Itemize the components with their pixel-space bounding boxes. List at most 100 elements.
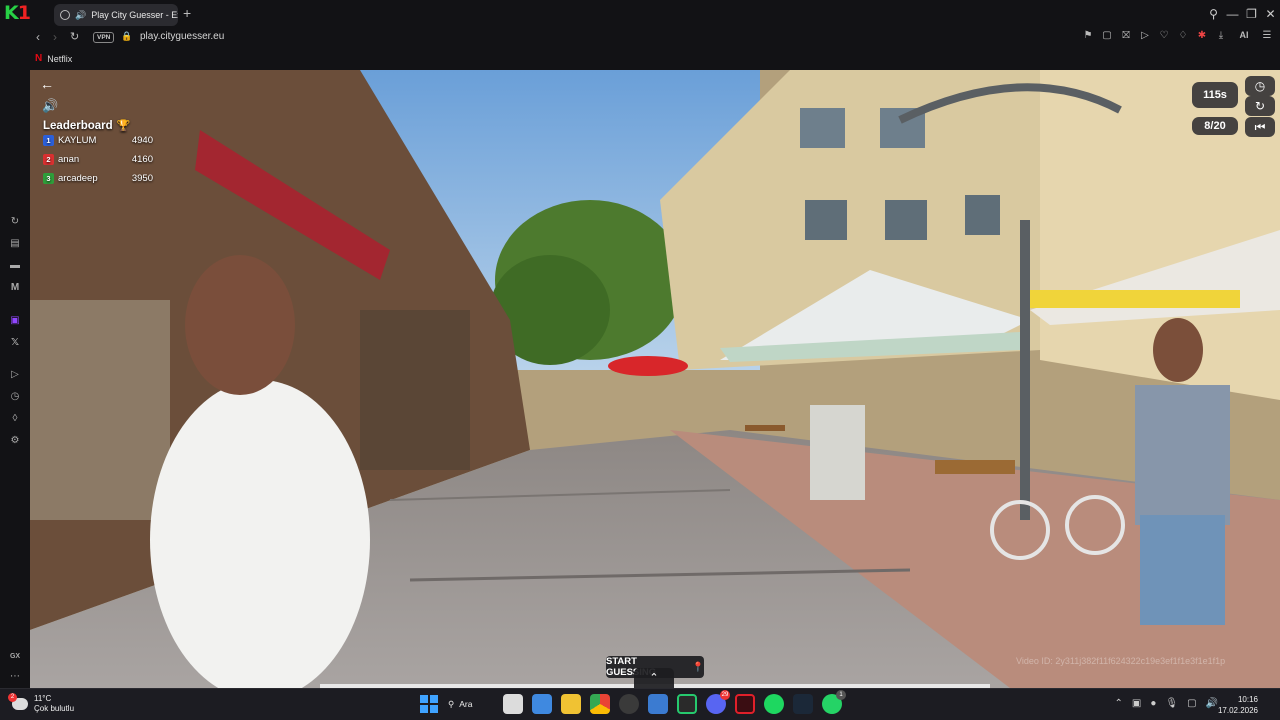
title-bar: K1 🔊 Play City Guesser - Ex + ⚲ — ❐ ✕ (0, 0, 1280, 28)
chevron-up-icon[interactable]: ⌃ (1115, 698, 1123, 709)
rank-badge: 1 (43, 135, 54, 146)
player-score: 4160 (131, 154, 153, 165)
vpn-badge[interactable]: VPN (93, 32, 115, 43)
chevron-up-icon[interactable]: ⌃ (634, 668, 674, 688)
twitch-icon[interactable]: ▣ (8, 314, 22, 328)
gx-icon[interactable]: GX (8, 650, 22, 664)
player-name: KAYLUM (58, 135, 97, 146)
weather-badge: 2 (8, 693, 17, 702)
reload-icon[interactable]: ↻ (70, 30, 79, 43)
clock-date: 17.02.2026 (1217, 706, 1258, 715)
game-icon[interactable] (677, 694, 697, 714)
x-icon[interactable]: 𝕏 (8, 336, 22, 350)
bag-icon[interactable]: ▤ (8, 237, 22, 251)
trophy-icon: 🏆 (116, 120, 131, 132)
more-icon[interactable]: ⋯ (8, 670, 22, 684)
volume-icon[interactable]: 🔊 (42, 98, 64, 116)
speaker-icon[interactable]: 🔊 (75, 10, 86, 21)
menu-icon[interactable]: ☰ (1260, 30, 1274, 41)
back-icon[interactable]: ‹ (36, 30, 40, 44)
task-view-icon[interactable] (503, 694, 523, 714)
url-field[interactable]: play.cityguesser.eu (140, 31, 224, 42)
cube-icon[interactable]: ◊ (8, 412, 22, 426)
bookmark-label: Netflix (47, 53, 73, 64)
lock-icon[interactable]: 🔒 (121, 31, 132, 42)
play-icon[interactable]: ▷ (8, 368, 22, 382)
taskbar-search[interactable]: ⚲ Ara (448, 699, 494, 710)
globe-icon (60, 10, 70, 20)
system-tray: ⌃ ▣ ● 🎙 ▢ 🔊 (1115, 698, 1219, 709)
snapshot-icon[interactable]: ▢ (1100, 30, 1114, 41)
sidebar: ↻ ▤ ▬ M ▣ 𝕏 ▷ ◷ ◊ ⚙ GX ⋯ (0, 70, 30, 688)
tab-play-city-guesser[interactable]: 🔊 Play City Guesser - Ex (54, 4, 178, 26)
weather-condition: Çok bulutlu (34, 704, 75, 713)
leaderboard-row: 2 anan 4160 (43, 151, 153, 170)
weather-widget[interactable]: 2 11°C Çok bulutlu (8, 693, 75, 714)
search-tabs-icon[interactable]: ⚲ (1204, 7, 1223, 21)
leaderboard-row: 1 KAYLUM 4940 (43, 132, 153, 151)
player-score: 4940 (131, 135, 153, 146)
temperature: 11°C (34, 694, 52, 703)
display-icon[interactable]: ▢ (1187, 698, 1196, 709)
discord-badge: 29 (720, 690, 730, 700)
cloud-icon: 2 (8, 693, 28, 710)
clock-time: 10:16 (1237, 695, 1258, 704)
store-icon[interactable] (532, 694, 552, 714)
rank-badge: 2 (43, 154, 54, 165)
volume-icon[interactable]: 🔊 (1206, 698, 1218, 709)
minimize-button[interactable]: — (1223, 7, 1242, 21)
m-icon[interactable]: M (8, 281, 22, 295)
file-explorer-icon[interactable] (561, 694, 581, 714)
heart-icon[interactable]: ♡ (1157, 30, 1171, 41)
settings-icon[interactable]: ⚙ (8, 434, 22, 448)
player-name: arcadeep (58, 173, 98, 184)
photos-icon[interactable] (648, 694, 668, 714)
clock[interactable]: 10:16 17.02.2026 (1218, 694, 1258, 716)
start-icon[interactable] (419, 694, 439, 714)
search-label: Ara (459, 699, 473, 709)
shield-icon[interactable]: ⛝ (1119, 30, 1133, 41)
discord-icon[interactable]: 29 (706, 690, 730, 714)
steam-icon[interactable] (793, 694, 813, 714)
rank-badge: 3 (43, 173, 54, 184)
clock-icon[interactable]: ◷ (1245, 76, 1275, 96)
obs-icon[interactable] (619, 694, 639, 714)
ai-button[interactable]: AI (1233, 30, 1255, 41)
extension-icon[interactable]: ✱ (1195, 30, 1209, 41)
skip-back-icon[interactable]: ⏮ (1245, 117, 1275, 137)
back-arrow-icon[interactable]: ← (40, 76, 62, 94)
video-id-watermark: Video ID: 2y311j382f11f624322c19e3ef1f1e… (1016, 656, 1226, 666)
tab-title: Play City Guesser - Ex (91, 10, 178, 20)
whatsapp-badge: 1 (836, 690, 846, 700)
taskbar: 2 11°C Çok bulutlu ⚲ Ara 29 1 ⌃ ▣ ● 🎙 ▢ … (0, 688, 1280, 720)
history-icon[interactable]: ◷ (8, 390, 22, 404)
opera-gx-icon[interactable] (735, 694, 755, 714)
bookmark-netflix[interactable]: N Netflix (35, 53, 72, 64)
address-bar: ‹ › ↻ VPN 🔒 play.cityguesser.eu ⚑ ▢ ⛝ ▷ … (0, 28, 1280, 48)
tray-app-icon[interactable]: ▣ (1132, 698, 1141, 709)
refresh-icon[interactable]: ↻ (8, 215, 22, 229)
download-icon[interactable]: ⤓ (1214, 30, 1228, 41)
street-view-scene[interactable] (30, 70, 1280, 688)
steam-tray-icon[interactable]: ● (1150, 698, 1156, 709)
spotify-icon[interactable] (764, 694, 784, 714)
extensions-icon[interactable]: ♢ (1176, 30, 1190, 41)
leaderboard: Leaderboard 🏆 1 KAYLUM 4940 2 anan 4160 … (43, 119, 153, 189)
close-button[interactable]: ✕ (1261, 7, 1280, 21)
forward-icon[interactable]: › (53, 30, 57, 44)
bookmark-icon[interactable]: ⚑ (1081, 30, 1095, 41)
browser-logo[interactable]: K1 (4, 2, 31, 24)
microphone-icon[interactable]: 🎙 (1165, 698, 1178, 709)
netflix-icon: N (35, 53, 43, 64)
wallet-icon[interactable]: ▬ (8, 259, 22, 273)
player-icon[interactable]: ▷ (1138, 30, 1152, 41)
game-viewport[interactable]: ← 🔊 Leaderboard 🏆 1 KAYLUM 4940 2 anan 4… (30, 70, 1280, 688)
timer-badge: 115s (1192, 82, 1238, 108)
leaderboard-row: 3 arcadeep 3950 (43, 170, 153, 189)
whatsapp-icon[interactable]: 1 (822, 690, 846, 714)
new-tab-button[interactable]: + (183, 6, 191, 20)
search-icon: ⚲ (448, 698, 455, 709)
chrome-icon[interactable] (590, 694, 610, 714)
restore-button[interactable]: ❐ (1242, 7, 1261, 21)
restart-icon[interactable]: ↻ (1245, 96, 1275, 116)
